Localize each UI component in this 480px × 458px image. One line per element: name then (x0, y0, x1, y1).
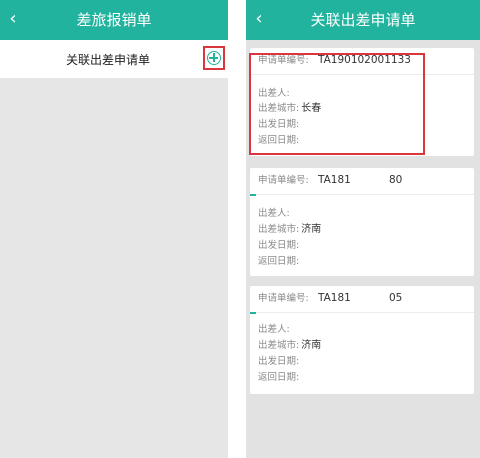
page-title: 差旅报销单 (76, 11, 152, 29)
application-number-tail: 80 (389, 174, 403, 186)
expense-report-header: ‹ 差旅报销单 (0, 0, 228, 40)
return-date-label: 返回日期: (258, 256, 300, 267)
expense-report-screen: ‹ 差旅报销单 关联出差申请单 (0, 0, 228, 458)
traveler-label: 出差人: (258, 208, 290, 219)
depart-date-label: 出发日期: (258, 356, 300, 367)
application-number-label: 申请单编号: (258, 293, 309, 304)
add-linked-request-button[interactable] (203, 46, 225, 70)
travel-request-card[interactable]: 申请单编号: TA181 80 出差人: 出差城市: 济南 出发日期: 返回日期: (250, 168, 474, 276)
city-value: 济南 (301, 340, 322, 351)
depart-date-label: 出发日期: (258, 240, 300, 251)
application-number-tail: 05 (389, 292, 403, 304)
add-circle-icon (207, 51, 221, 65)
traveler-row: 出差人: (258, 208, 292, 220)
depart-date-row: 出发日期: (258, 356, 301, 368)
card-accent (250, 312, 256, 314)
city-row: 出差城市: 济南 (258, 340, 321, 352)
city-row: 出差城市: 济南 (258, 224, 321, 236)
page-title: 关联出差申请单 (310, 11, 416, 29)
return-date-row: 返回日期: (258, 256, 301, 268)
linked-travel-request-bar: 关联出差申请单 (0, 40, 228, 78)
return-date-label: 返回日期: (258, 372, 300, 383)
traveler-row: 出差人: (258, 324, 292, 336)
application-number-value: TA181 (318, 174, 351, 186)
card-header: 申请单编号: TA181 05 (250, 286, 474, 313)
application-number-label: 申请单编号: (258, 175, 309, 186)
city-label: 出差城市: (258, 340, 300, 351)
selected-request-highlight (249, 53, 425, 155)
card-accent (250, 194, 256, 196)
city-value: 济南 (301, 224, 322, 235)
city-label: 出差城市: (258, 224, 300, 235)
travel-request-card[interactable]: 申请单编号: TA181 05 出差人: 出差城市: 济南 出发日期: 返回日期: (250, 286, 474, 394)
travel-request-header: ‹ 关联出差申请单 (246, 0, 480, 40)
return-date-row: 返回日期: (258, 372, 301, 384)
depart-date-row: 出发日期: (258, 240, 301, 252)
card-header: 申请单编号: TA181 80 (250, 168, 474, 195)
application-number-value: TA181 (318, 292, 351, 304)
linked-travel-request-label: 关联出差申请单 (66, 53, 151, 67)
traveler-label: 出差人: (258, 324, 290, 335)
